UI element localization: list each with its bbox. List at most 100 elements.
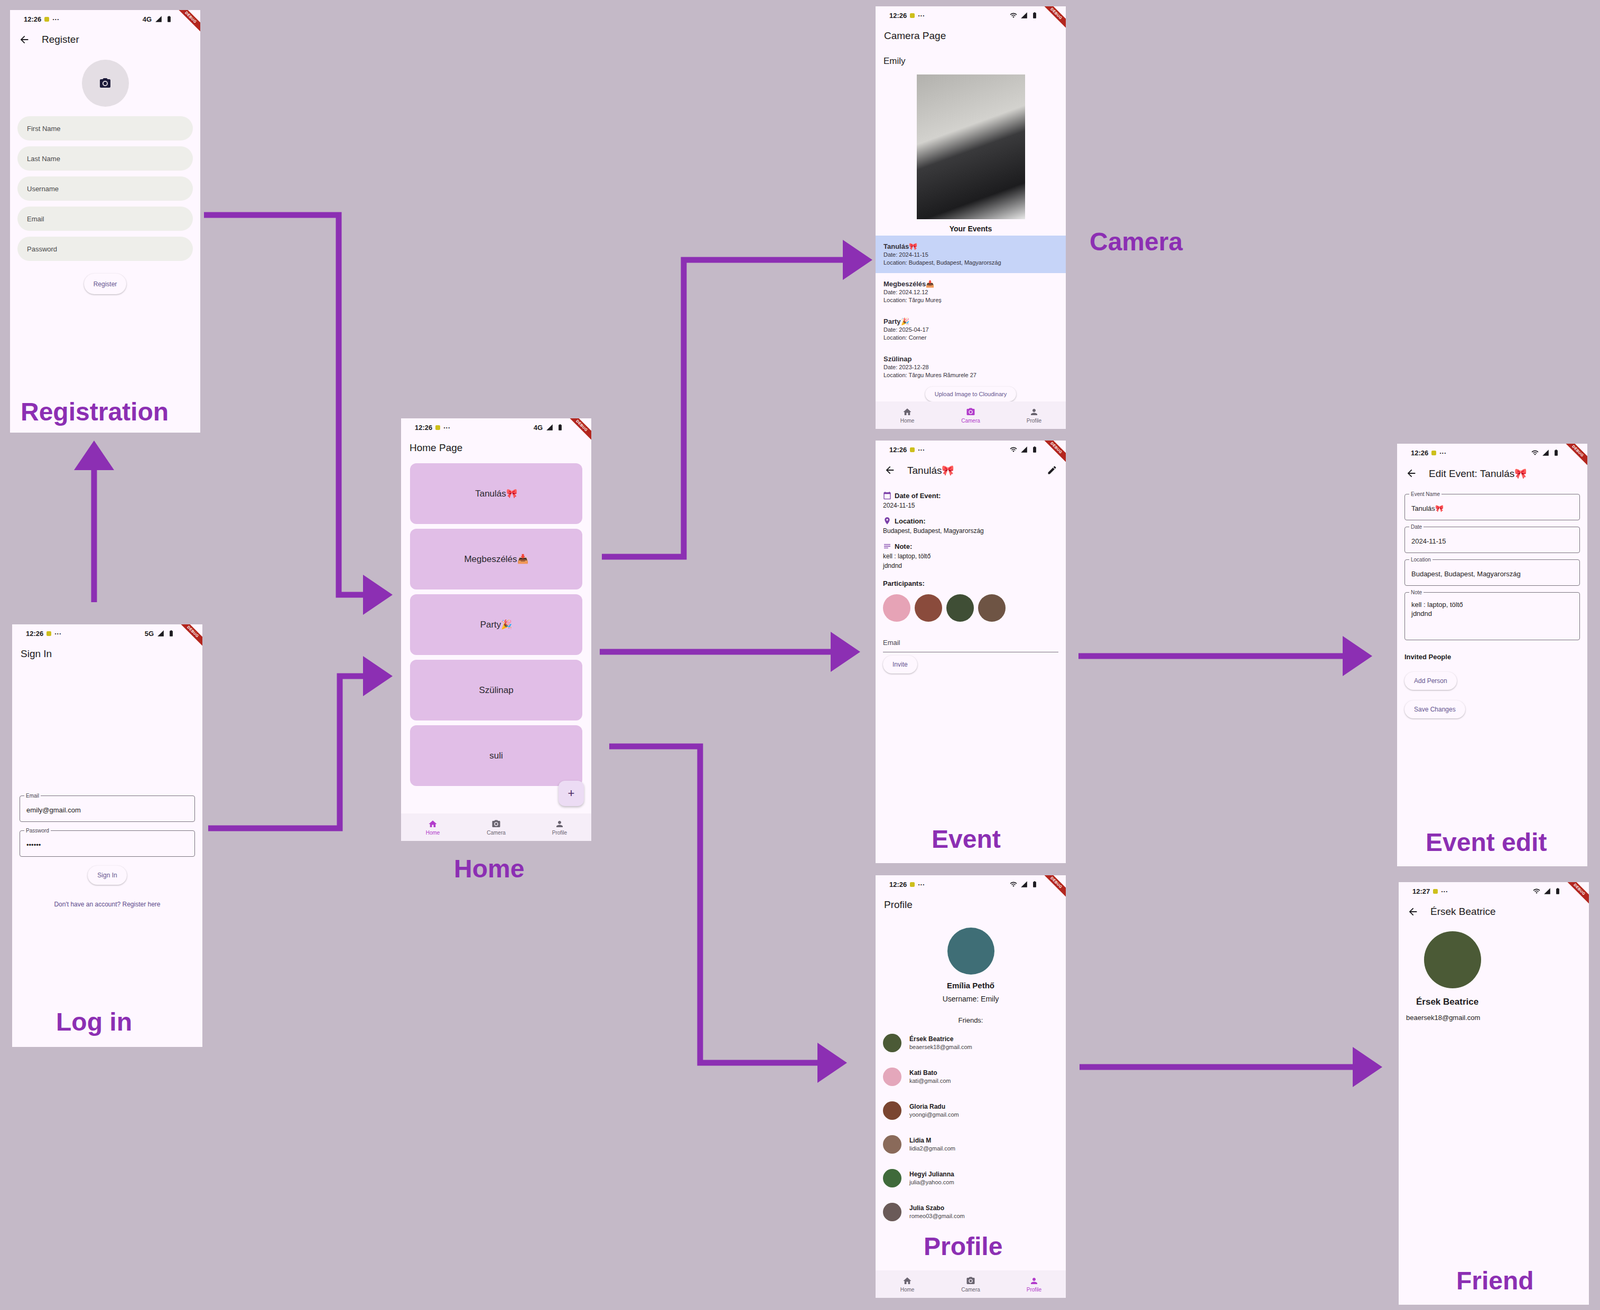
register-button[interactable]: Register [84,273,127,295]
field-label: Date [1409,523,1424,531]
text-field[interactable]: Password [17,236,193,262]
bottom-nav: HomeCameraProfile [875,401,1066,430]
friend-row[interactable]: Hegyi Juliannajulia@yahoo.com [875,1161,1066,1196]
event-row[interactable]: Megbeszélés📥Date: 2024.12.12Location: Tâ… [875,273,1066,311]
debug-banner: DEBUG [1041,875,1066,900]
camera-screen: 12:26···Camera PageEmilyYour EventsTanul… [875,6,1066,430]
screen-caption: Event [931,823,1001,856]
participant-avatar[interactable] [978,594,1006,622]
participant-avatar[interactable] [914,594,943,622]
battery-icon [1030,11,1039,20]
screen-caption: Event edit [1425,826,1547,859]
flow-arrow [601,239,873,557]
nav-item[interactable]: Camera [938,401,1003,430]
nav-item[interactable]: Home [875,401,939,430]
event-detail: Location:Budapest, Budapest, Magyarorszá… [882,515,1059,536]
nav-item[interactable]: Profile [527,813,592,842]
screen-caption: Camera [1089,226,1183,258]
nav-item[interactable]: Profile [1002,401,1066,430]
text-field[interactable]: Event NameTanulás🎀 [1404,494,1580,521]
event-edit-screen: 12:26··· Edit Event: Tanulás🎀 Event NameTa… [1397,443,1588,867]
flow-diagram: 12:26···4GRegisterFirst NameLast NameUse… [0,0,1600,1310]
home-screen: 12:26···4GHome PageTanulás🎀Megbeszélés📥P… [401,418,592,842]
email-field[interactable]: Email [882,633,1059,653]
screen-caption: Home [453,853,525,886]
friend-row[interactable]: Gloria Raduyoongi@gmail.com [875,1093,1066,1128]
add-button[interactable]: + [558,780,584,807]
app-bar: Edit Event: Tanulás🎀 [1397,461,1588,486]
text-field[interactable]: Date2024-11-15 [1404,526,1580,554]
debug-ribbon: DEBUG [1041,875,1066,900]
action-button[interactable]: Add Person [1404,672,1457,691]
flow-arrow [609,746,848,1084]
status-time: 12:26 [889,11,907,20]
text-field[interactable]: Username [17,176,193,201]
camera-icon [965,407,976,417]
screen-caption: Log in [56,1006,133,1039]
friend-row[interactable]: Lidia Mlidia2@gmail.com [875,1127,1066,1162]
event-row[interactable]: Party🎉Date: 2025-04-17Location: Corner [875,310,1066,349]
bottom-nav: HomeCameraProfile [875,1270,1066,1299]
nav-item[interactable]: Camera [938,1270,1003,1299]
nav-item[interactable]: Camera [464,813,528,842]
friend-avatar [882,1135,902,1155]
action-button[interactable]: Save Changes [1404,700,1466,719]
event-card[interactable]: suli [410,725,583,787]
field-label: Location [1409,556,1433,564]
back-arrow-icon[interactable] [18,33,31,46]
event-screen: 12:26···Tanulás🎀Date of Event:2024-11-15… [875,440,1066,864]
back-arrow-icon[interactable] [884,464,896,477]
event-row[interactable]: SzülinapDate: 2023-12-28Location: Târgu … [875,348,1066,386]
text-field[interactable]: Notekell : laptop, töltőjdndnd [1404,592,1580,641]
text-field[interactable]: Email [17,206,193,231]
event-card[interactable]: Szülinap [410,659,583,721]
debug-ribbon: DEBUG [1041,6,1066,31]
nav-item[interactable]: Profile [1002,1270,1066,1299]
event-row[interactable]: Tanulás🎀Date: 2024-11-15Location: Budape… [875,235,1066,274]
screen-caption: Friend [1456,1265,1534,1298]
back-arrow-icon[interactable] [1407,906,1419,918]
sign-in-button[interactable]: Sign In [87,866,127,886]
text-field[interactable]: LocationBudapest, Budapest, Magyarország [1404,559,1580,586]
signal-icon [1020,880,1028,889]
status-bar: 12:26··· [1397,443,1588,462]
register-link[interactable]: Don't have an account? Register here [53,900,161,909]
app-bar: Register [10,28,201,52]
nav-item[interactable]: Home [401,813,465,842]
participants-title: Participants: [882,578,925,590]
signal-icon [545,423,554,432]
screen-caption: Profile [923,1231,1003,1263]
text-field[interactable]: Emailemily@gmail.com [19,795,195,823]
friend-row[interactable]: Érsek Beatricebeaersek18@gmail.com [875,1026,1066,1060]
text-field[interactable]: Last Name [17,146,193,171]
network-type: 4G [533,423,543,432]
debug-banner: DEBUG [1564,882,1589,907]
back-arrow-icon[interactable] [1405,467,1418,480]
nav-item[interactable]: Home [875,1270,939,1299]
battery-icon [1554,887,1562,896]
participant-avatar[interactable] [946,594,974,622]
text-field[interactable]: Password•••••• [19,830,195,858]
flow-arrow [73,440,115,603]
text-field[interactable]: First Name [17,116,193,141]
friend-row[interactable]: Julia Szaboromeo03@gmail.com [875,1195,1066,1230]
upload-button[interactable]: Upload Image to Cloudinary [925,386,1017,402]
invite-button[interactable]: Invite [882,655,918,674]
notification-icon [1433,889,1438,895]
status-more: ··· [1440,887,1448,896]
field-value: •••••• [26,840,189,850]
friend-avatar [1424,931,1482,989]
debug-banner: DEBUG [178,624,203,649]
photo-picker[interactable] [81,59,129,107]
event-card[interactable]: Megbeszélés📥 [410,528,583,590]
event-card[interactable]: Tanulás🎀 [410,463,583,525]
signal-icon [1020,11,1028,20]
field-label: Note [1409,589,1424,597]
status-bar: 12:27··· [1398,882,1589,901]
participant-avatar[interactable] [882,594,911,622]
friend-row[interactable]: Kati Batokati@gmail.com [875,1059,1066,1094]
app-bar-title: Profile [884,899,913,911]
app-bar-title: Edit Event: Tanulás🎀 [1428,467,1528,480]
event-card[interactable]: Party🎉 [410,594,583,656]
edit-pencil-icon[interactable] [1046,464,1058,476]
